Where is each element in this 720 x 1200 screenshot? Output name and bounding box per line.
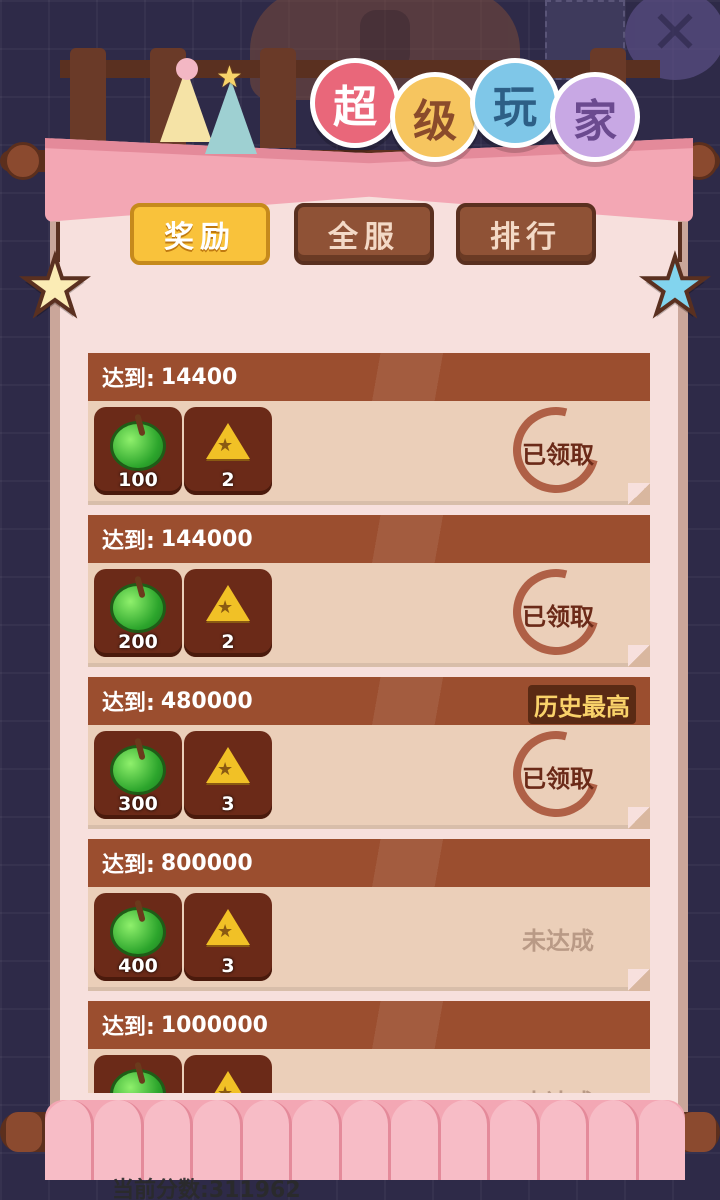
reward-item[interactable]: 400 bbox=[94, 893, 182, 981]
target-score: 480000 bbox=[160, 688, 253, 714]
reward-item[interactable]: ★ 3 bbox=[184, 893, 272, 981]
item-count: 3 bbox=[221, 793, 235, 815]
reward-item[interactable]: 300 bbox=[94, 731, 182, 819]
star-ornament-icon: ★ bbox=[18, 242, 92, 332]
target-label: 达到: bbox=[102, 691, 155, 716]
reward-list[interactable]: 达到: 14400 100 ★ 2 已领取 达到: 144000 200 ★ 2… bbox=[88, 345, 650, 1093]
tab-ranking[interactable]: 排行 bbox=[456, 203, 596, 265]
title-char: 超 bbox=[310, 58, 400, 148]
target-label: 达到: bbox=[102, 853, 155, 878]
reward-item[interactable]: ★ 3 bbox=[184, 731, 272, 819]
reward-row: 达到: 800000 400 ★ 3 未达成 bbox=[88, 839, 650, 991]
item-count: 3 bbox=[221, 955, 235, 977]
star-icon: ★ bbox=[217, 1083, 233, 1093]
claim-status: 未达成 bbox=[522, 927, 594, 955]
rod-knob bbox=[680, 1112, 716, 1152]
target-score: 14400 bbox=[160, 364, 238, 390]
current-score-label: 当前分数: bbox=[112, 1178, 209, 1200]
green-apple-icon bbox=[110, 1069, 166, 1093]
claim-status: 已领取 bbox=[522, 603, 594, 631]
item-count: 100 bbox=[118, 469, 158, 491]
green-apple-icon bbox=[110, 421, 166, 471]
rod-knob bbox=[4, 142, 42, 180]
reward-item[interactable]: 200 bbox=[94, 569, 182, 657]
title-char: 级 bbox=[390, 72, 480, 162]
tab-server[interactable]: 全服 bbox=[294, 203, 434, 265]
claim-status: 已领取 bbox=[522, 765, 594, 793]
reward-item[interactable]: ★ 2 bbox=[184, 407, 272, 495]
item-count: 400 bbox=[118, 955, 158, 977]
target-label: 达到: bbox=[102, 367, 155, 392]
reward-row-body: ★ 未达成 bbox=[88, 1049, 650, 1093]
item-count: 300 bbox=[118, 793, 158, 815]
green-apple-icon bbox=[110, 907, 166, 957]
fence-post bbox=[260, 48, 296, 148]
tab-rewards[interactable]: 奖励 bbox=[130, 203, 270, 265]
reward-item[interactable]: ★ 2 bbox=[184, 569, 272, 657]
reward-row-body: 400 ★ 3 未达成 bbox=[88, 887, 650, 991]
best-score-badge: 历史最高 bbox=[528, 685, 636, 724]
reward-row-body: 100 ★ 2 已领取 bbox=[88, 391, 650, 509]
target-label: 达到: bbox=[102, 529, 155, 554]
reward-row: 达到: 144000 200 ★ 2 已领取 bbox=[88, 515, 650, 671]
current-score: 当前分数:311962 bbox=[112, 1172, 301, 1200]
rod-knob bbox=[6, 1112, 42, 1152]
item-count: 200 bbox=[118, 631, 158, 653]
reward-row-header: 达到: 800000 bbox=[88, 839, 650, 887]
reward-row-header: 达到: 480000 历史最高 bbox=[88, 677, 650, 725]
star-ornament-icon: ★ bbox=[638, 242, 712, 332]
bottom-scallop bbox=[45, 1100, 686, 1180]
reward-item[interactable]: 100 bbox=[94, 407, 182, 495]
target-score: 800000 bbox=[160, 850, 253, 876]
item-count: 2 bbox=[221, 631, 235, 653]
party-hat-pompom bbox=[176, 58, 198, 80]
target-label: 达到: bbox=[102, 1015, 155, 1040]
current-score-value: 311962 bbox=[208, 1178, 301, 1200]
target-score: 1000000 bbox=[160, 1012, 268, 1038]
reward-row: 达到: 1000000 ★ 未达成 bbox=[88, 1001, 650, 1093]
reward-row-header: 达到: 1000000 bbox=[88, 1001, 650, 1049]
star-icon: ★ bbox=[217, 921, 234, 942]
reward-row-header: 达到: 144000 bbox=[88, 515, 650, 563]
star-icon: ★ bbox=[216, 60, 243, 95]
reward-row-header: 达到: 14400 bbox=[88, 353, 650, 401]
claim-status: 已领取 bbox=[522, 441, 594, 469]
reward-row: 达到: 480000 历史最高 300 ★ 3 已领取 bbox=[88, 677, 650, 833]
reward-item[interactable] bbox=[94, 1055, 182, 1093]
green-apple-icon bbox=[110, 745, 166, 795]
target-score: 144000 bbox=[160, 526, 253, 552]
claim-status: 未达成 bbox=[508, 1083, 608, 1093]
star-icon: ★ bbox=[217, 759, 234, 780]
title-char: 玩 bbox=[470, 58, 560, 148]
reward-item[interactable]: ★ bbox=[184, 1055, 272, 1093]
title-char: 家 bbox=[550, 72, 640, 162]
reward-row-body: 300 ★ 3 已领取 bbox=[88, 715, 650, 833]
reward-row-body: 200 ★ 2 已领取 bbox=[88, 553, 650, 671]
fence-post bbox=[70, 48, 106, 148]
green-apple-icon bbox=[110, 583, 166, 633]
star-icon: ★ bbox=[217, 435, 234, 456]
item-count: 2 bbox=[221, 469, 235, 491]
reward-row: 达到: 14400 100 ★ 2 已领取 bbox=[88, 353, 650, 509]
star-icon: ★ bbox=[217, 597, 234, 618]
